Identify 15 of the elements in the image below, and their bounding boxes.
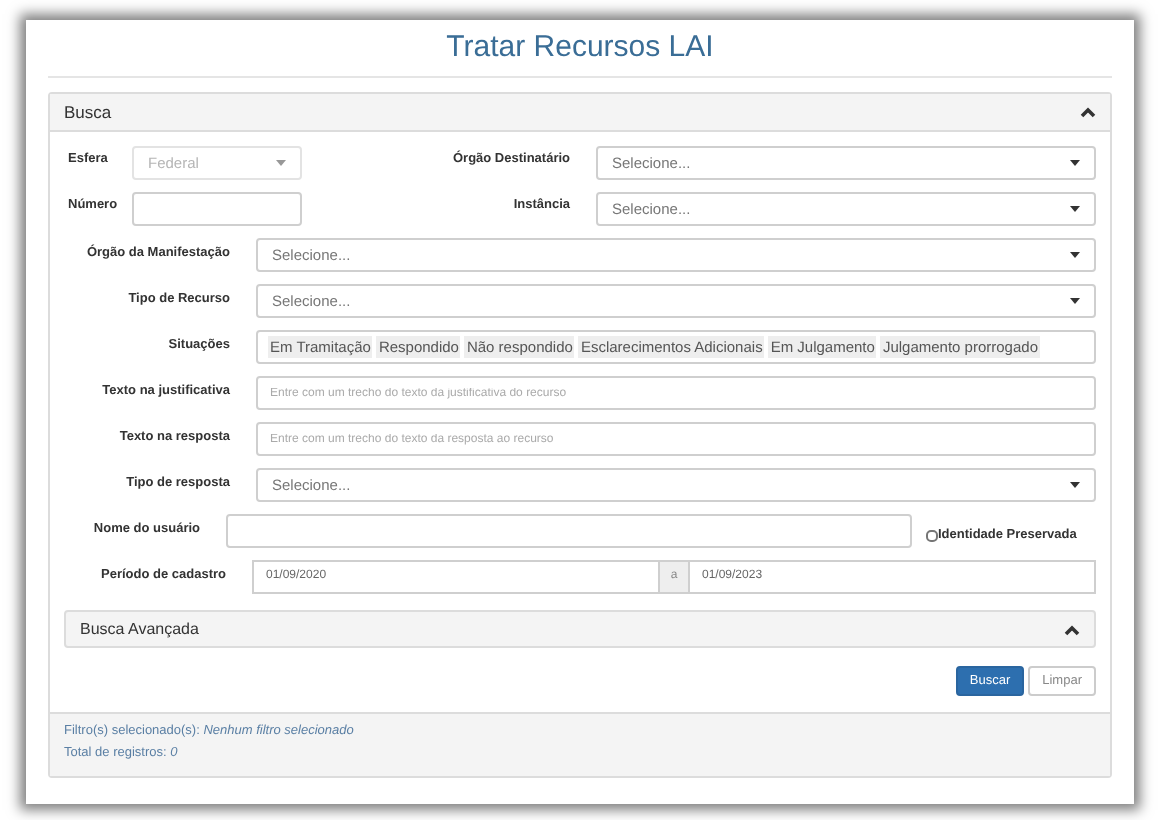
checkbox[interactable]: [926, 529, 938, 542]
panel-title: Busca: [64, 99, 112, 125]
input-field[interactable]: [132, 192, 302, 226]
page-title: Tratar Recursos LAI: [444, 28, 716, 68]
input-field[interactable]: [226, 514, 912, 548]
caret-icon: [276, 160, 286, 166]
caret-icon: [1070, 298, 1080, 304]
advanced-search-header[interactable]: Busca Avançada: [64, 610, 1096, 648]
caret-icon: [1070, 206, 1080, 212]
chevron-up-icon[interactable]: [1080, 106, 1096, 118]
caret-icon: [1070, 160, 1080, 166]
chevron-up-icon[interactable]: [1064, 623, 1080, 635]
caret-icon: [1070, 482, 1080, 488]
panel-title: Busca Avançada: [80, 617, 199, 641]
caret-icon: [1070, 252, 1080, 258]
